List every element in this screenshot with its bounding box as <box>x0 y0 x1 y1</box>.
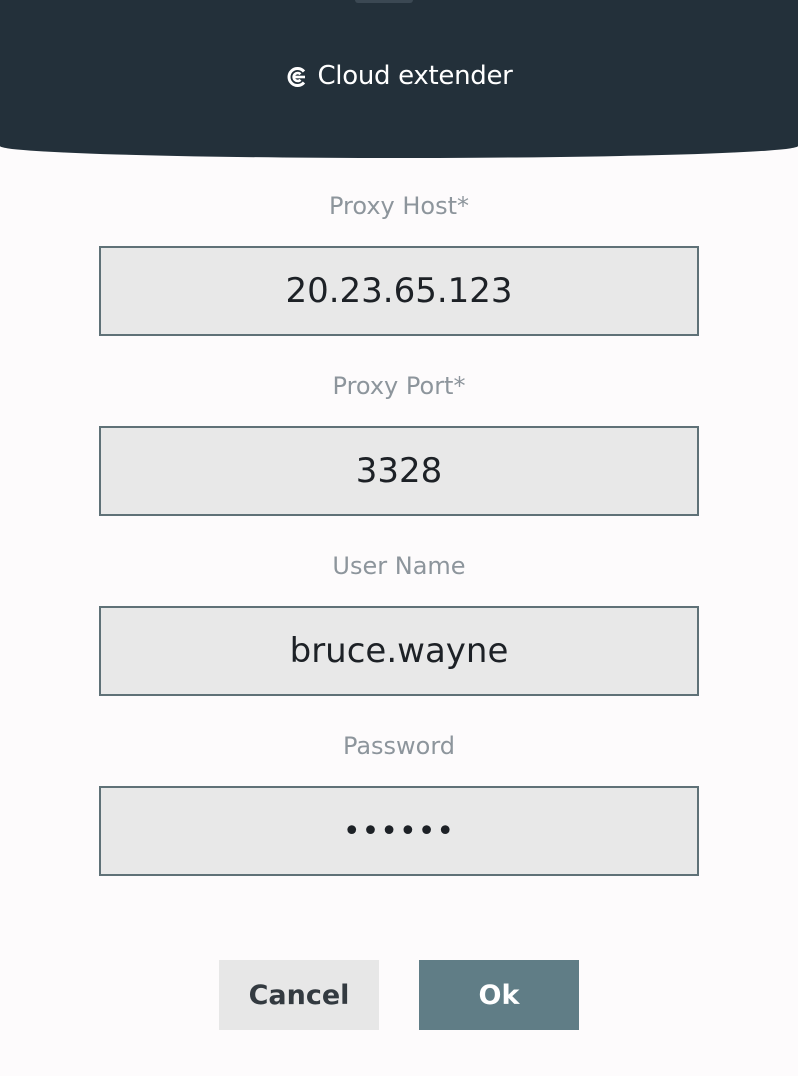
proxy-port-input[interactable]: 3328 <box>99 426 699 516</box>
cloud-extender-logo-icon <box>287 67 306 87</box>
brand: Cloud extender <box>0 56 798 96</box>
dialog-header: Cloud extender <box>0 0 798 158</box>
proxy-settings-dialog: Cloud extender Proxy Host* 20.23.65.123 … <box>0 0 798 1076</box>
user-name-group: User Name bruce.wayne <box>99 549 699 696</box>
password-input[interactable]: •••••• <box>99 786 699 876</box>
user-name-input[interactable]: bruce.wayne <box>99 606 699 696</box>
cancel-button[interactable]: Cancel <box>219 960 379 1030</box>
password-group: Password •••••• <box>99 729 699 876</box>
proxy-host-group: Proxy Host* 20.23.65.123 <box>99 189 699 336</box>
app-title: Cloud extender <box>317 61 513 91</box>
user-name-label: User Name <box>332 552 466 580</box>
proxy-host-label: Proxy Host* <box>328 192 469 220</box>
password-label: Password <box>342 732 456 760</box>
ok-button[interactable]: Ok <box>419 960 579 1030</box>
proxy-host-input[interactable]: 20.23.65.123 <box>99 246 699 336</box>
proxy-port-label: Proxy Port* <box>332 372 466 400</box>
header-drag-handle <box>355 0 413 3</box>
proxy-port-group: Proxy Port* 3328 <box>99 369 699 516</box>
